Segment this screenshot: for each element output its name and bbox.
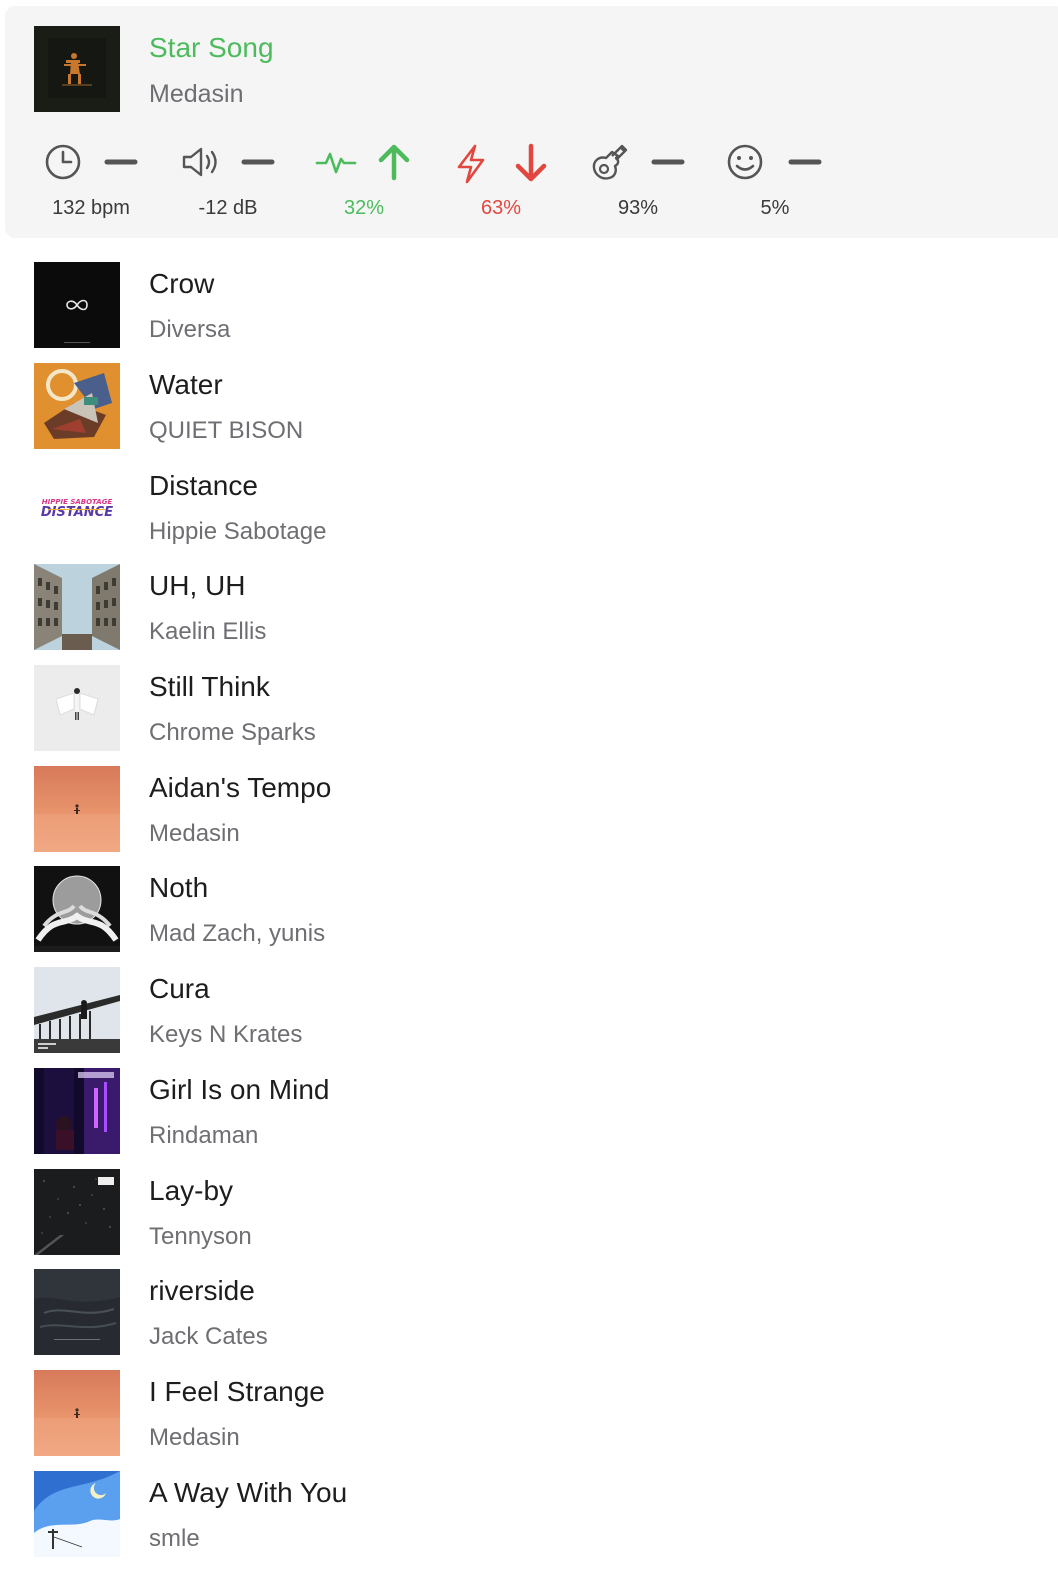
track-title: Girl Is on Mind bbox=[149, 1074, 330, 1105]
now-playing-artist[interactable]: Medasin bbox=[149, 79, 244, 109]
track-artist[interactable]: Keys N Krates bbox=[149, 1020, 302, 1050]
dash-icon bbox=[241, 159, 275, 165]
track-title: Lay-by bbox=[149, 1175, 234, 1206]
metric-valence-value: 5% bbox=[760, 197, 790, 219]
dash-icon bbox=[104, 159, 138, 165]
track-cover bbox=[34, 866, 120, 952]
track-title: Distance bbox=[149, 470, 258, 501]
track-cover bbox=[34, 1169, 120, 1255]
track-cover bbox=[34, 1269, 120, 1355]
track-artist[interactable]: Hippie Sabotage bbox=[149, 517, 326, 547]
track-artist[interactable]: Tennyson bbox=[149, 1222, 252, 1252]
metric-energy: 63% bbox=[441, 142, 561, 226]
metric-tempo-value: 132 bpm bbox=[52, 197, 130, 219]
metric-energy-value: 63% bbox=[480, 197, 522, 219]
track-cover bbox=[34, 766, 120, 852]
track-artist[interactable]: Chrome Sparks bbox=[149, 718, 316, 748]
track-cover: HIPPIE SABOTAGE DISTANCE bbox=[34, 464, 120, 550]
track-artist[interactable]: QUIET BISON bbox=[149, 416, 303, 446]
metric-acousticness-value: 93% bbox=[617, 197, 659, 219]
metric-tempo: 132 bpm bbox=[31, 142, 151, 226]
arrow-down-icon bbox=[515, 143, 547, 182]
dash-icon bbox=[788, 159, 822, 165]
track-cover bbox=[34, 363, 120, 449]
track-row[interactable]: UH, UH Kaelin Ellis bbox=[0, 564, 1058, 664]
track-cover bbox=[34, 967, 120, 1053]
track-cover bbox=[34, 1370, 120, 1456]
track-artist[interactable]: Diversa bbox=[149, 315, 230, 345]
track-title: A Way With You bbox=[149, 1477, 348, 1508]
track-title: UH, UH bbox=[149, 570, 246, 601]
track-title: Cura bbox=[149, 973, 210, 1004]
track-row[interactable]: Girl Is on Mind Rindaman bbox=[0, 1068, 1058, 1168]
guitar-icon bbox=[592, 144, 628, 180]
track-row[interactable]: Water QUIET BISON bbox=[0, 363, 1058, 463]
track-row[interactable]: Noth Mad Zach, yunis bbox=[0, 866, 1058, 966]
clock-icon bbox=[45, 144, 81, 180]
track-title: riverside bbox=[149, 1275, 255, 1306]
track-row[interactable]: Lay-by Tennyson bbox=[0, 1169, 1058, 1269]
now-playing-panel: Star Song Medasin 132 bpm -12 dB 32% 63%… bbox=[5, 6, 1058, 238]
track-cover bbox=[34, 262, 120, 348]
metric-pulse-value: 32% bbox=[343, 197, 385, 219]
track-row[interactable]: riverside Jack Cates bbox=[0, 1269, 1058, 1369]
track-row[interactable]: Crow Diversa bbox=[0, 262, 1058, 362]
track-row[interactable]: Cura Keys N Krates bbox=[0, 967, 1058, 1067]
track-artist[interactable]: Kaelin Ellis bbox=[149, 617, 266, 647]
track-artist[interactable]: smle bbox=[149, 1524, 200, 1554]
track-row[interactable]: HIPPIE SABOTAGE DISTANCE Distance Hippie… bbox=[0, 464, 1058, 564]
smiley-icon bbox=[727, 144, 763, 180]
track-title: Crow bbox=[149, 268, 215, 299]
track-title: Noth bbox=[149, 872, 209, 903]
track-artist[interactable]: Medasin bbox=[149, 1423, 240, 1453]
metric-loudness-value: -12 dB bbox=[198, 197, 258, 219]
track-artist[interactable]: Medasin bbox=[149, 819, 240, 849]
track-row[interactable]: A Way With You smle bbox=[0, 1471, 1058, 1571]
metric-valence: 5% bbox=[715, 142, 835, 226]
track-title: Water bbox=[149, 369, 223, 400]
track-title: Aidan's Tempo bbox=[149, 772, 332, 803]
metric-acousticness: 93% bbox=[578, 142, 698, 226]
svg-text:DISTANCE: DISTANCE bbox=[41, 505, 113, 520]
now-playing-title[interactable]: Star Song bbox=[149, 32, 274, 64]
arrow-up-icon bbox=[378, 144, 410, 181]
track-cover bbox=[34, 564, 120, 650]
metric-loudness: -12 dB bbox=[168, 142, 288, 226]
now-playing-cover[interactable] bbox=[34, 26, 120, 112]
track-title: I Feel Strange bbox=[149, 1376, 325, 1407]
track-title: Still Think bbox=[149, 671, 270, 702]
track-cover bbox=[34, 1068, 120, 1154]
lightning-icon bbox=[457, 144, 485, 184]
track-cover bbox=[34, 665, 120, 751]
metric-pulse: 32% bbox=[304, 142, 424, 226]
track-artist[interactable]: Rindaman bbox=[149, 1121, 258, 1151]
track-cover bbox=[34, 1471, 120, 1557]
track-row[interactable]: I Feel Strange Medasin bbox=[0, 1370, 1058, 1470]
pulse-icon bbox=[315, 152, 357, 174]
speaker-icon bbox=[182, 147, 217, 177]
track-row[interactable]: Still Think Chrome Sparks bbox=[0, 665, 1058, 765]
track-artist[interactable]: Mad Zach, yunis bbox=[149, 919, 325, 949]
track-row[interactable]: Aidan's Tempo Medasin bbox=[0, 766, 1058, 866]
track-artist[interactable]: Jack Cates bbox=[149, 1322, 268, 1352]
dash-icon bbox=[651, 159, 685, 165]
